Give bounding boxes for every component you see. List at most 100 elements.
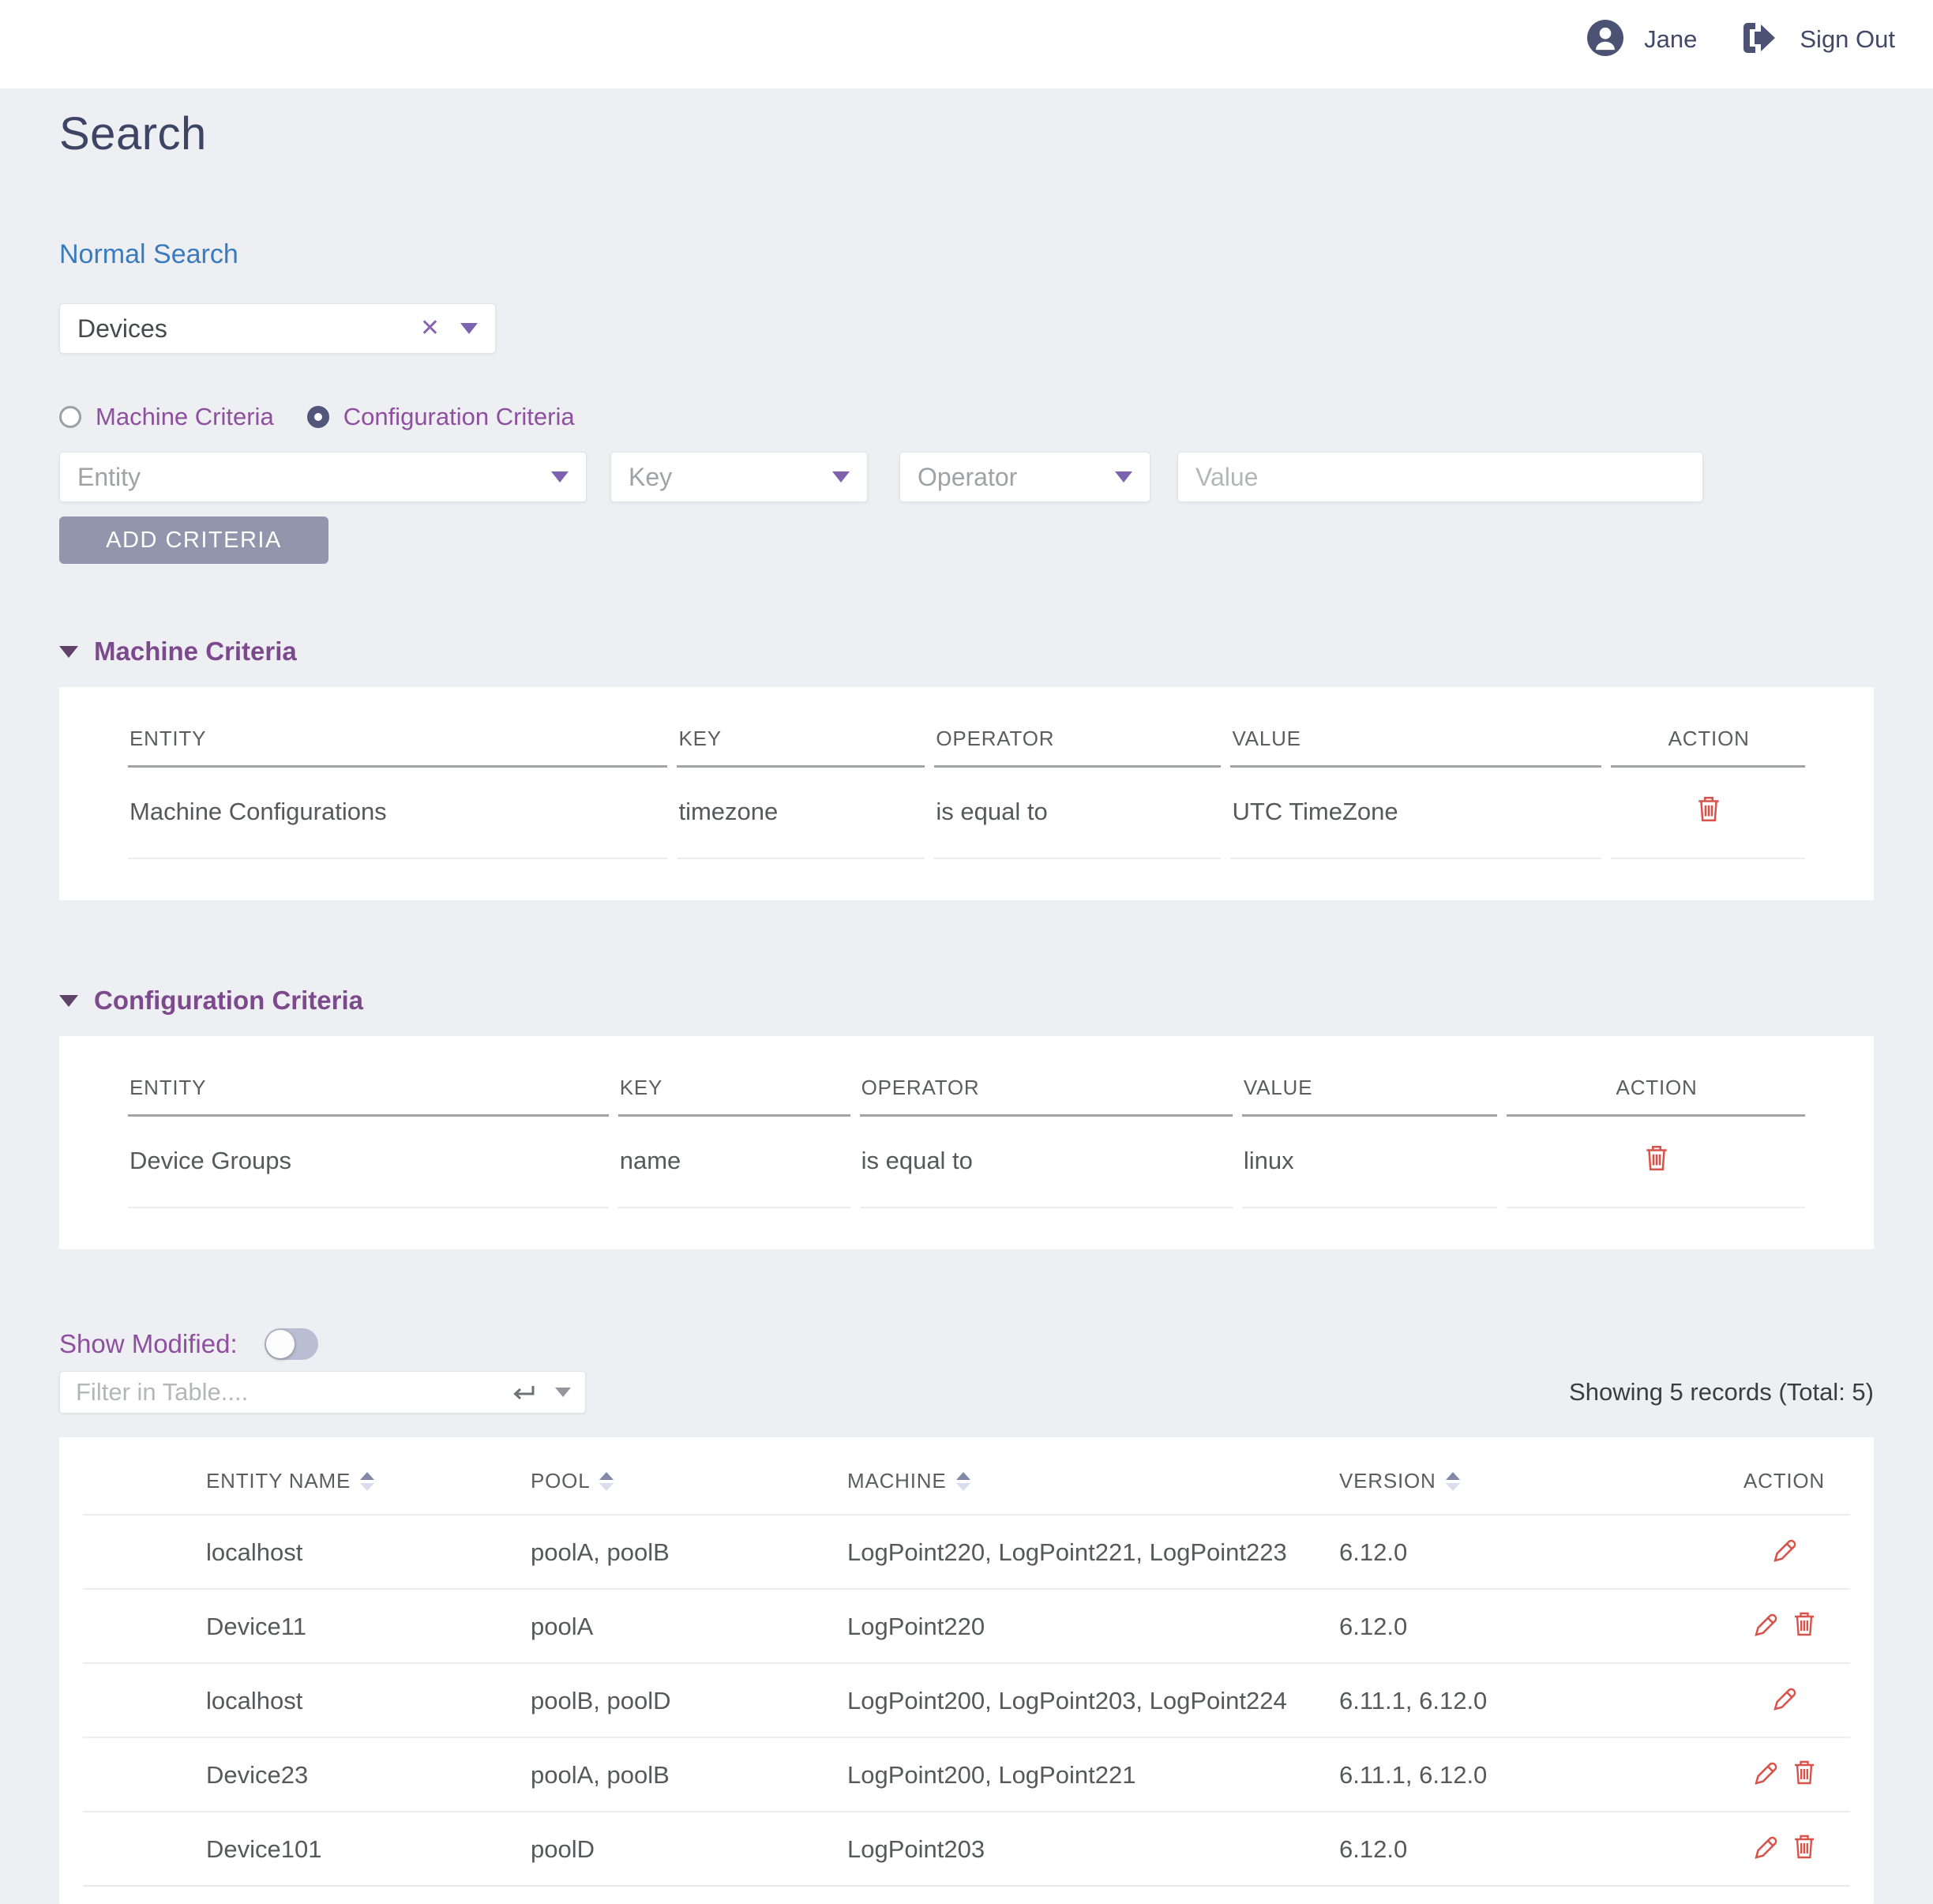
delete-row-icon[interactable] (1792, 1833, 1817, 1860)
filter-input[interactable] (76, 1378, 511, 1406)
table-row: Machine Configurations timezone is equal… (128, 768, 1805, 859)
table-header-row: ENTITY KEY OPERATOR VALUE ACTION (128, 722, 1805, 768)
cell-machine: LogPoint200, LogPoint221 (847, 1737, 1339, 1812)
value-input[interactable] (1177, 452, 1703, 502)
key-dropdown-placeholder: Key (629, 463, 672, 492)
table-row: Device Groups name is equal to linux (128, 1117, 1805, 1208)
cell-entity-name: localhost (83, 1663, 531, 1737)
filter-row: Showing 5 records (Total: 5) (59, 1371, 1874, 1414)
cell-version: 6.12.0 (1339, 1812, 1718, 1886)
sort-version[interactable]: VERSION (1339, 1469, 1460, 1493)
column-header-value: VALUE (1230, 722, 1601, 768)
cell-operator: is equal to (860, 1117, 1233, 1208)
edit-row-icon[interactable] (1771, 1684, 1798, 1711)
show-modified-label: Show Modified: (59, 1329, 238, 1359)
user-menu[interactable]: Jane (1587, 20, 1697, 60)
cell-entity-name: Device11 (83, 1589, 531, 1663)
column-header-entity: ENTITY (128, 722, 667, 768)
radio-configuration-criteria-label: Configuration Criteria (343, 403, 575, 431)
cell-pool: poolB, poolD (531, 1663, 847, 1737)
show-modified-row: Show Modified: (59, 1328, 1874, 1360)
column-header-machine: MACHINE (847, 1469, 947, 1493)
delete-criteria-icon[interactable] (1695, 794, 1722, 823)
configuration-criteria-section-header[interactable]: Configuration Criteria (59, 986, 1874, 1016)
table-row: localhost poolB, poolD LogPoint200, LogP… (83, 1663, 1850, 1737)
cell-entity: Device Groups (128, 1117, 609, 1208)
table-row: localhost poolA, poolB LogPoint220, LogP… (83, 1515, 1850, 1589)
sort-pool[interactable]: POOL (531, 1469, 614, 1493)
edit-row-icon[interactable] (1752, 1759, 1779, 1786)
edit-row-icon[interactable] (1752, 1833, 1779, 1860)
cell-pool: poolD (531, 1812, 847, 1886)
normal-search-link[interactable]: Normal Search (59, 239, 238, 270)
radio-configuration-criteria[interactable]: Configuration Criteria (307, 403, 575, 431)
collapse-caret-icon[interactable] (59, 995, 78, 1007)
column-header-value: VALUE (1242, 1071, 1497, 1117)
devices-select-value: Devices (77, 314, 167, 344)
filter-dropdown-icon[interactable] (555, 1388, 571, 1397)
column-header-key: KEY (677, 722, 925, 768)
cell-machine: LogPoint220, LogPoint221, LogPoint223 (847, 1515, 1339, 1589)
cell-version: 6.11.1, 6.12.0 (1339, 1737, 1718, 1812)
cell-pool: poolA, poolB (531, 1737, 847, 1812)
cell-version: 6.12.0 (1339, 1589, 1718, 1663)
logout-icon (1741, 21, 1779, 58)
devices-select[interactable]: Devices ✕ (59, 303, 496, 354)
sort-icon (956, 1472, 970, 1491)
add-criteria-button[interactable]: ADD CRITERIA (59, 516, 328, 564)
chevron-down-icon (551, 471, 569, 483)
configuration-criteria-title: Configuration Criteria (94, 986, 363, 1016)
table-row: Device101 poolD LogPoint203 6.12.0 (83, 1812, 1850, 1886)
cell-value: UTC TimeZone (1230, 768, 1601, 859)
user-avatar-icon (1587, 20, 1623, 60)
sort-machine[interactable]: MACHINE (847, 1469, 970, 1493)
user-name: Jane (1644, 25, 1697, 54)
configuration-criteria-card: ENTITY KEY OPERATOR VALUE ACTION Device … (59, 1036, 1874, 1249)
cell-entity: Machine Configurations (128, 768, 667, 859)
show-modified-toggle[interactable] (265, 1328, 318, 1360)
results-card: ENTITY NAME POOL MACHINE VERSION (59, 1437, 1874, 1904)
enter-key-icon[interactable] (511, 1381, 536, 1403)
radio-checked-icon[interactable] (307, 406, 329, 428)
signout-button[interactable]: Sign Out (1741, 21, 1895, 58)
sort-icon (599, 1472, 614, 1491)
sort-entity-name[interactable]: ENTITY NAME (206, 1469, 374, 1493)
machine-criteria-card: ENTITY KEY OPERATOR VALUE ACTION Machine… (59, 687, 1874, 900)
radio-machine-criteria-label: Machine Criteria (96, 403, 274, 431)
radio-machine-criteria[interactable]: Machine Criteria (59, 403, 274, 431)
machine-criteria-title: Machine Criteria (94, 637, 297, 667)
toggle-knob[interactable] (266, 1330, 295, 1358)
table-row: Device23 poolA, poolB LogPoint200, LogPo… (83, 1737, 1850, 1812)
cell-entity-name: Device101 (83, 1812, 531, 1886)
entity-dropdown[interactable]: Entity (59, 452, 587, 502)
topbar: Jane Sign Out (0, 0, 1933, 88)
radio-unchecked-icon[interactable] (59, 406, 81, 428)
delete-row-icon[interactable] (1792, 1759, 1817, 1786)
machine-criteria-table: ENTITY KEY OPERATOR VALUE ACTION Machine… (118, 722, 1815, 859)
cell-version: 6.11.1, 6.12.0 (1339, 1663, 1718, 1737)
cell-key: name (618, 1117, 850, 1208)
cell-version: 6.12.0 (1339, 1515, 1718, 1589)
page-title: Search (59, 107, 1874, 160)
criteria-type-radios: Machine Criteria Configuration Criteria (59, 403, 1874, 431)
machine-criteria-section-header[interactable]: Machine Criteria (59, 637, 1874, 667)
column-header-operator: OPERATOR (934, 722, 1221, 768)
key-dropdown[interactable]: Key (610, 452, 868, 502)
results-table: ENTITY NAME POOL MACHINE VERSION (83, 1437, 1850, 1887)
cell-machine: LogPoint203 (847, 1812, 1339, 1886)
delete-criteria-icon[interactable] (1643, 1144, 1670, 1172)
cell-entity-name: Device23 (83, 1737, 531, 1812)
chevron-down-icon[interactable] (460, 323, 478, 334)
signout-label: Sign Out (1800, 25, 1895, 54)
cell-pool: poolA, poolB (531, 1515, 847, 1589)
clear-selection-icon[interactable]: ✕ (420, 317, 440, 340)
edit-row-icon[interactable] (1752, 1610, 1779, 1637)
delete-row-icon[interactable] (1792, 1610, 1817, 1637)
column-header-action: ACTION (1507, 1071, 1805, 1117)
cell-machine: LogPoint200, LogPoint203, LogPoint224 (847, 1663, 1339, 1737)
operator-dropdown[interactable]: Operator (899, 452, 1150, 502)
collapse-caret-icon[interactable] (59, 646, 78, 658)
edit-row-icon[interactable] (1771, 1536, 1798, 1563)
operator-dropdown-placeholder: Operator (918, 463, 1017, 492)
table-row: Device11 poolA LogPoint220 6.12.0 (83, 1589, 1850, 1663)
